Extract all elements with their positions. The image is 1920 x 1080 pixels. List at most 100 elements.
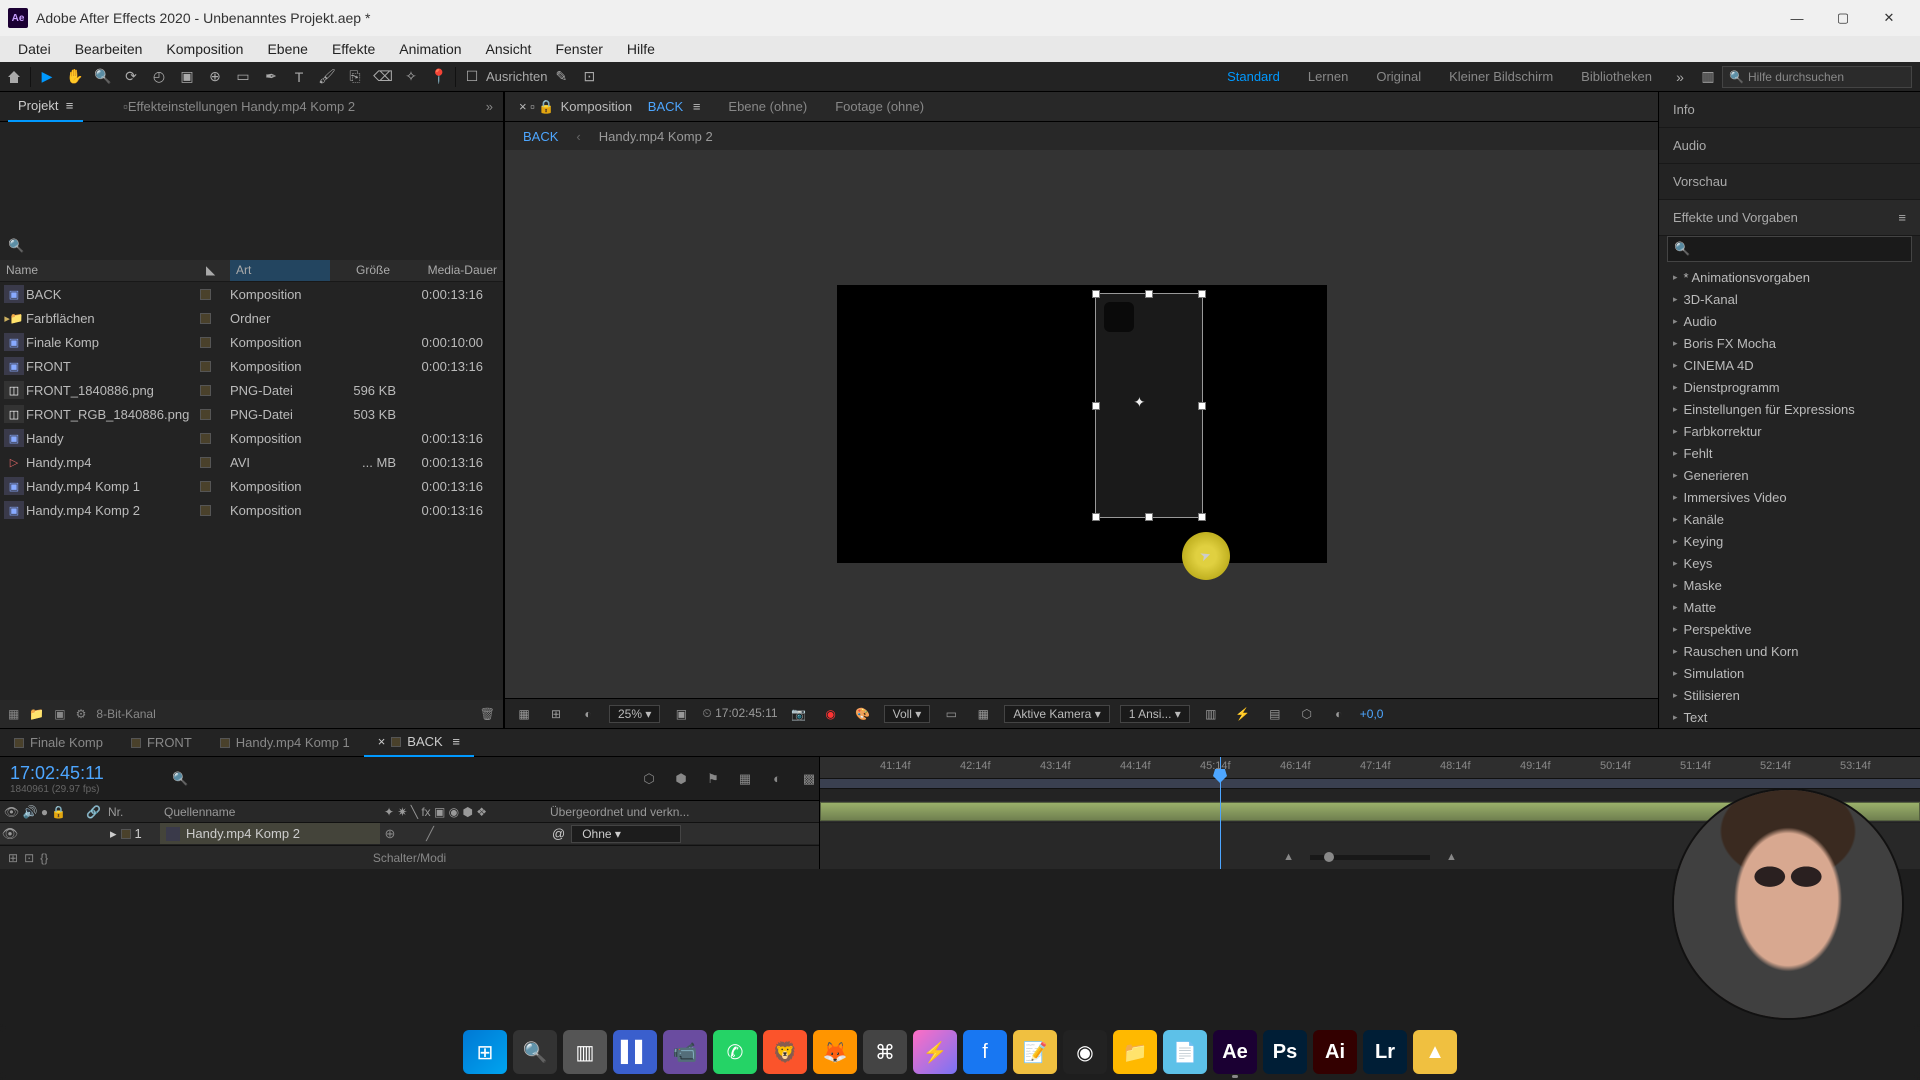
menu-komposition[interactable]: Komposition	[154, 41, 255, 57]
resolution-dropdown[interactable]: Voll ▾	[884, 705, 931, 723]
breadcrumb-handy[interactable]: Handy.mp4 Komp 2	[599, 129, 713, 144]
toggle-modes-icon[interactable]: ⊡	[24, 851, 34, 865]
panel-effects-presets[interactable]: Effekte und Vorgaben≡	[1659, 200, 1920, 236]
grid-icon[interactable]: ⊞	[545, 707, 567, 721]
draft-3d-icon[interactable]: ⬢	[671, 771, 691, 787]
panel-audio[interactable]: Audio	[1659, 128, 1920, 164]
orbit-tool-icon[interactable]: ⟳	[117, 63, 145, 91]
project-item[interactable]: ▣Finale KompKomposition0:00:10:00	[0, 330, 503, 354]
timeline-icon[interactable]: ▤	[1264, 707, 1286, 721]
project-item[interactable]: ▷Handy.mp4AVI... MB0:00:13:16	[0, 450, 503, 474]
start-button[interactable]: ⊞	[463, 1030, 507, 1074]
taskbar-app-4[interactable]: 📝	[1013, 1030, 1057, 1074]
home-icon[interactable]	[0, 63, 28, 91]
pan-behind-tool-icon[interactable]: ⊕	[201, 63, 229, 91]
shy-icon[interactable]: ⚑	[703, 771, 723, 787]
roi-icon[interactable]: ▭	[940, 707, 962, 721]
fast-preview-icon[interactable]: ⚡	[1232, 707, 1254, 721]
pen-tool-icon[interactable]: ✒	[257, 63, 285, 91]
panel-info[interactable]: Info	[1659, 92, 1920, 128]
selected-layer-bounds[interactable]: ✦	[1095, 293, 1203, 518]
after-effects-icon[interactable]: Ae	[1213, 1030, 1257, 1074]
timeline-tab-handy1[interactable]: Handy.mp4 Komp 1	[206, 729, 364, 757]
current-timecode[interactable]: 17:02:45:11 1840961 (29.97 fps)	[0, 757, 162, 800]
menu-bearbeiten[interactable]: Bearbeiten	[63, 41, 155, 57]
snapshot-icon[interactable]: 📷	[788, 707, 810, 721]
project-item[interactable]: ◫FRONT_RGB_1840886.pngPNG-Datei503 KB	[0, 402, 503, 426]
effects-search-input[interactable]: 🔍	[1667, 236, 1912, 262]
viewer-timecode[interactable]: ⏲ 17:02:45:11	[702, 706, 777, 721]
menu-animation[interactable]: Animation	[387, 41, 473, 57]
timeline-layer-row[interactable]: 👁 ▸1 Handy.mp4 Komp 2 ⊕╱ @Ohne ▾	[0, 823, 819, 845]
messenger-icon[interactable]: ⚡	[913, 1030, 957, 1074]
taskbar-app-1[interactable]: ▌▌	[613, 1030, 657, 1074]
workspace-kleiner[interactable]: Kleiner Bildschirm	[1435, 69, 1567, 84]
project-search[interactable]: 🔍	[0, 232, 503, 260]
effect-category[interactable]: Audio	[1659, 310, 1920, 332]
project-item[interactable]: ▸📁FarbflächenOrdner	[0, 306, 503, 330]
bpc-label[interactable]: 8-Bit-Kanal	[96, 707, 155, 721]
effect-category[interactable]: * Animationsvorgaben	[1659, 266, 1920, 288]
photoshop-icon[interactable]: Ps	[1263, 1030, 1307, 1074]
project-settings-icon[interactable]: ⚙	[76, 707, 87, 721]
notepad-icon[interactable]: 📄	[1163, 1030, 1207, 1074]
selection-tool-icon[interactable]: ▶	[33, 63, 61, 91]
transparency-grid-icon[interactable]: ▦	[972, 707, 994, 721]
project-item[interactable]: ▣HandyKomposition0:00:13:16	[0, 426, 503, 450]
tab-layer[interactable]: Ebene (ohne)	[714, 92, 821, 122]
layer-expand-icon[interactable]: ▸	[110, 826, 117, 842]
frame-blend-icon[interactable]: ▦	[735, 771, 755, 787]
tab-composition[interactable]: × ▫ 🔒 Komposition BACK ≡	[505, 92, 714, 122]
project-item[interactable]: ▣BACKKomposition0:00:13:16	[0, 282, 503, 306]
menu-ebene[interactable]: Ebene	[255, 41, 319, 57]
timeline-tab-front[interactable]: FRONT	[117, 729, 206, 757]
graph-editor-icon[interactable]: ▩	[799, 771, 819, 787]
new-comp-icon[interactable]: ▣	[54, 707, 65, 721]
illustrator-icon[interactable]: Ai	[1313, 1030, 1357, 1074]
lightroom-icon[interactable]: Lr	[1363, 1030, 1407, 1074]
parent-dropdown[interactable]: Ohne ▾	[571, 825, 681, 843]
panel-preview[interactable]: Vorschau	[1659, 164, 1920, 200]
zoom-dropdown[interactable]: 25% ▾	[609, 705, 660, 723]
eraser-tool-icon[interactable]: ⌫	[369, 63, 397, 91]
effect-category[interactable]: Farbkorrektur	[1659, 420, 1920, 442]
menu-hilfe[interactable]: Hilfe	[615, 41, 667, 57]
channel-icon[interactable]: ◉	[820, 707, 842, 721]
view-layout-dropdown[interactable]: 1 Ansi... ▾	[1120, 705, 1190, 723]
pickwhip-icon[interactable]: @	[552, 826, 565, 841]
menu-datei[interactable]: Datei	[6, 41, 63, 57]
facebook-icon[interactable]: f	[963, 1030, 1007, 1074]
delete-icon[interactable]: 🗑	[480, 707, 495, 721]
firefox-icon[interactable]: 🦊	[813, 1030, 857, 1074]
brush-tool-icon[interactable]: 🖌	[313, 63, 341, 91]
taskbar-app-2[interactable]: 📹	[663, 1030, 707, 1074]
workspace-standard[interactable]: Standard	[1213, 69, 1294, 84]
workspace-bibliotheken[interactable]: Bibliotheken	[1567, 69, 1666, 84]
shape-tool-icon[interactable]: ▭	[229, 63, 257, 91]
obs-icon[interactable]: ◉	[1063, 1030, 1107, 1074]
rotate-tool-icon[interactable]: ◴	[145, 63, 173, 91]
help-search-input[interactable]: 🔍 Hilfe durchsuchen	[1722, 66, 1912, 88]
close-button[interactable]: ✕	[1866, 4, 1912, 32]
magnification-icon[interactable]: ▦	[513, 707, 535, 721]
effect-category[interactable]: Immersives Video	[1659, 486, 1920, 508]
camera-dropdown[interactable]: Aktive Kamera ▾	[1004, 705, 1109, 723]
task-view-icon[interactable]: ▥	[563, 1030, 607, 1074]
project-item[interactable]: ▣Handy.mp4 Komp 2Komposition0:00:13:16	[0, 498, 503, 522]
flowchart-icon[interactable]: ⬡	[1296, 707, 1318, 721]
clone-tool-icon[interactable]: ⎘	[341, 63, 369, 91]
effect-category[interactable]: Text	[1659, 706, 1920, 728]
project-item[interactable]: ◫FRONT_1840886.pngPNG-Datei596 KB	[0, 378, 503, 402]
breadcrumb-back[interactable]: BACK	[523, 129, 558, 144]
workspace-lernen[interactable]: Lernen	[1294, 69, 1362, 84]
effect-category[interactable]: 3D-Kanal	[1659, 288, 1920, 310]
comp-mini-flowchart-icon[interactable]: ⬡	[639, 771, 659, 787]
project-item[interactable]: ▣FRONTKomposition0:00:13:16	[0, 354, 503, 378]
timeline-tab-finale[interactable]: Finale Komp	[0, 729, 117, 757]
menu-fenster[interactable]: Fenster	[543, 41, 614, 57]
effect-category[interactable]: Perspektive	[1659, 618, 1920, 640]
pixel-aspect-icon[interactable]: ▥	[1200, 707, 1222, 721]
tab-footage[interactable]: Footage (ohne)	[821, 92, 938, 122]
workspace-original[interactable]: Original	[1362, 69, 1435, 84]
brave-icon[interactable]: 🦁	[763, 1030, 807, 1074]
